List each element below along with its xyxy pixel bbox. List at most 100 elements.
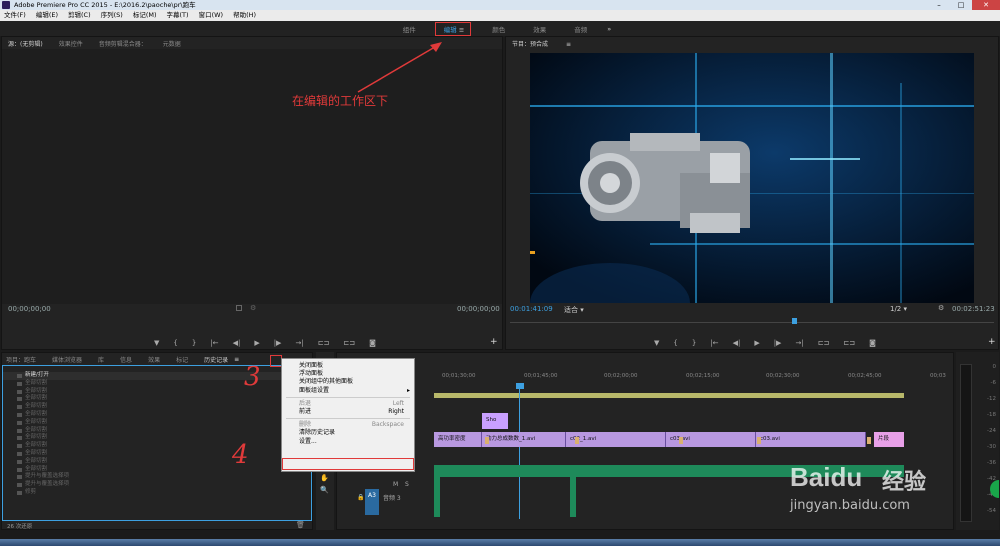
menu-file[interactable]: 文件(F) <box>4 10 26 21</box>
workspace-color[interactable]: 颜色 <box>492 24 505 34</box>
export-frame-icon[interactable]: ◙ <box>869 339 876 347</box>
history-item[interactable]: 全部切割 <box>3 419 311 427</box>
history-item[interactable]: 修剪 <box>3 489 311 497</box>
timeline-ruler[interactable]: 00;01;30;00 00;01;45;00 00;02;00;00 00;0… <box>434 373 954 383</box>
timeline-clip-v1[interactable]: 动力总成数数_1.avi <box>482 432 566 447</box>
work-area-bar[interactable] <box>434 393 904 398</box>
mark-in-icon[interactable]: { <box>673 339 677 347</box>
mark-out-icon[interactable]: } <box>192 339 196 347</box>
timeline-playhead-handle[interactable] <box>516 383 524 389</box>
timeline-clip-v1[interactable]: 片段 <box>874 432 904 447</box>
tab-effect-controls[interactable]: 效果控件 <box>59 39 83 48</box>
mark-out-icon[interactable]: } <box>692 339 696 347</box>
program-time-ruler[interactable] <box>510 319 994 323</box>
history-item[interactable]: 全部切割 <box>3 395 311 403</box>
history-item[interactable]: 提升与覆盖选择项 <box>3 481 311 489</box>
track-target-a3[interactable]: A3 <box>365 489 379 515</box>
menu-item-clear-history[interactable]: 清除历史记录 <box>282 429 414 437</box>
menu-sequence[interactable]: 序列(S) <box>101 10 123 21</box>
history-item[interactable]: 全部切割 <box>3 442 311 450</box>
trash-icon[interactable]: 🗑 <box>296 521 305 529</box>
menu-item-close-other-panels[interactable]: 关闭组中的其他面板 <box>282 378 414 386</box>
tab-metadata[interactable]: 元数据 <box>163 39 181 48</box>
step-back-icon[interactable]: ◀| <box>233 339 241 347</box>
workspace-assembly[interactable]: 组件 <box>403 24 416 34</box>
maximize-button[interactable]: □ <box>950 0 972 10</box>
history-item[interactable]: 全部切割 <box>3 388 311 396</box>
add-button-icon[interactable]: + <box>490 337 498 347</box>
history-item[interactable]: 全部切割 <box>3 427 311 435</box>
history-item[interactable]: 全部切割 <box>3 403 311 411</box>
wrench-icon[interactable]: ⚙ <box>938 304 944 312</box>
history-item[interactable]: 全部切割 <box>3 434 311 442</box>
marker-icon[interactable]: ▼ <box>654 339 659 347</box>
play-icon[interactable]: ▶ <box>754 339 759 347</box>
menu-item-close-panel[interactable]: 关闭面板 <box>282 362 414 370</box>
step-back-icon[interactable]: ◀| <box>733 339 741 347</box>
history-item[interactable]: 新建/打开 <box>3 372 311 380</box>
minimize-button[interactable]: – <box>928 0 950 10</box>
history-item[interactable]: 全部切割 <box>3 458 311 466</box>
history-item[interactable]: 提升与覆盖选择项 <box>3 473 311 481</box>
menu-window[interactable]: 窗口(W) <box>199 10 224 21</box>
history-item[interactable]: 全部切割 <box>3 411 311 419</box>
solo-button[interactable]: S <box>405 481 409 488</box>
close-button[interactable]: ✕ <box>972 0 1000 10</box>
resolution-dropdown[interactable]: 1/2 ▾ <box>890 305 907 313</box>
play-icon[interactable]: ▶ <box>254 339 259 347</box>
step-forward-icon[interactable]: |▶ <box>274 339 282 347</box>
history-item[interactable]: 全部切割 <box>3 380 311 388</box>
program-playhead[interactable] <box>792 318 797 324</box>
menu-title[interactable]: 字幕(T) <box>167 10 189 21</box>
menu-item-step-backward[interactable]: 后退 Left <box>282 400 414 408</box>
track-lock-icon[interactable]: 🔒 <box>357 494 364 501</box>
zoom-tool-icon[interactable]: 🔍 <box>320 486 329 494</box>
tab-project[interactable]: 项目：跑车 <box>6 355 36 364</box>
menu-edit[interactable]: 编辑(E) <box>36 10 58 21</box>
menu-marker[interactable]: 标记(M) <box>133 10 157 21</box>
tab-markers[interactable]: 标记 <box>176 355 188 364</box>
hand-tool-icon[interactable]: ✋ <box>320 474 329 482</box>
history-item[interactable]: 全部切割 <box>3 450 311 458</box>
go-to-in-icon[interactable]: |← <box>210 339 218 347</box>
go-to-out-icon[interactable]: →| <box>295 339 303 347</box>
workspace-effects[interactable]: 效果 <box>533 24 546 34</box>
step-forward-icon[interactable]: |▶ <box>774 339 782 347</box>
tab-info[interactable]: 信息 <box>120 355 132 364</box>
menu-clip[interactable]: 剪辑(C) <box>68 10 91 21</box>
mute-button[interactable]: M <box>393 481 398 488</box>
safe-margins-icon[interactable] <box>236 305 242 311</box>
tab-media-browser[interactable]: 媒体浏览器 <box>52 355 82 364</box>
mark-in-icon[interactable]: { <box>173 339 177 347</box>
timeline-clip-v1[interactable]: c03.avi <box>756 432 866 447</box>
extract-icon[interactable]: ⊏⊐ <box>843 339 855 347</box>
menu-help[interactable]: 帮助(H) <box>233 10 256 21</box>
tab-libraries[interactable]: 库 <box>98 355 104 364</box>
wrench-icon[interactable]: ⚙ <box>250 304 256 312</box>
add-button-icon[interactable]: + <box>988 337 996 347</box>
program-menu-icon[interactable]: ≡ <box>566 41 571 48</box>
zoom-dropdown[interactable]: 适合 ▾ <box>564 305 584 315</box>
menu-item-settings[interactable]: 设置... <box>282 438 414 446</box>
timeline-clip-v1[interactable]: 高功率密度 <box>434 432 482 447</box>
tab-history[interactable]: 历史记录 <box>204 355 228 364</box>
timeline-clip-v1[interactable]: c02_1.avi <box>566 432 666 447</box>
tab-program[interactable]: 节目：预合成 ≡ <box>512 39 587 48</box>
timeline-clip-v2[interactable]: Sho <box>482 413 508 429</box>
workspace-audio[interactable]: 音频 <box>574 24 587 34</box>
overwrite-icon[interactable]: ⊏⊐ <box>343 339 355 347</box>
history-panel-menu-icon[interactable]: ≡ <box>234 356 239 363</box>
tab-audio-clip-mixer[interactable]: 音频剪辑混合器： <box>99 39 147 48</box>
audio-clip-a3[interactable] <box>570 477 576 517</box>
audio-clip-a3[interactable] <box>434 477 440 517</box>
workspace-more-icon[interactable]: » <box>607 25 611 33</box>
go-to-out-icon[interactable]: →| <box>795 339 803 347</box>
tab-effects[interactable]: 效果 <box>148 355 160 364</box>
lift-icon[interactable]: ⊏⊐ <box>818 339 830 347</box>
tab-source[interactable]: 源：(无剪辑) <box>8 39 43 48</box>
menu-item-step-forward[interactable]: 前进 Right <box>282 408 414 416</box>
menu-item-panel-group-settings[interactable]: 面板组设置 ▸ <box>282 387 414 395</box>
export-frame-icon[interactable]: ◙ <box>369 339 376 347</box>
marker-icon[interactable]: ▼ <box>154 339 159 347</box>
go-to-in-icon[interactable]: |← <box>710 339 718 347</box>
